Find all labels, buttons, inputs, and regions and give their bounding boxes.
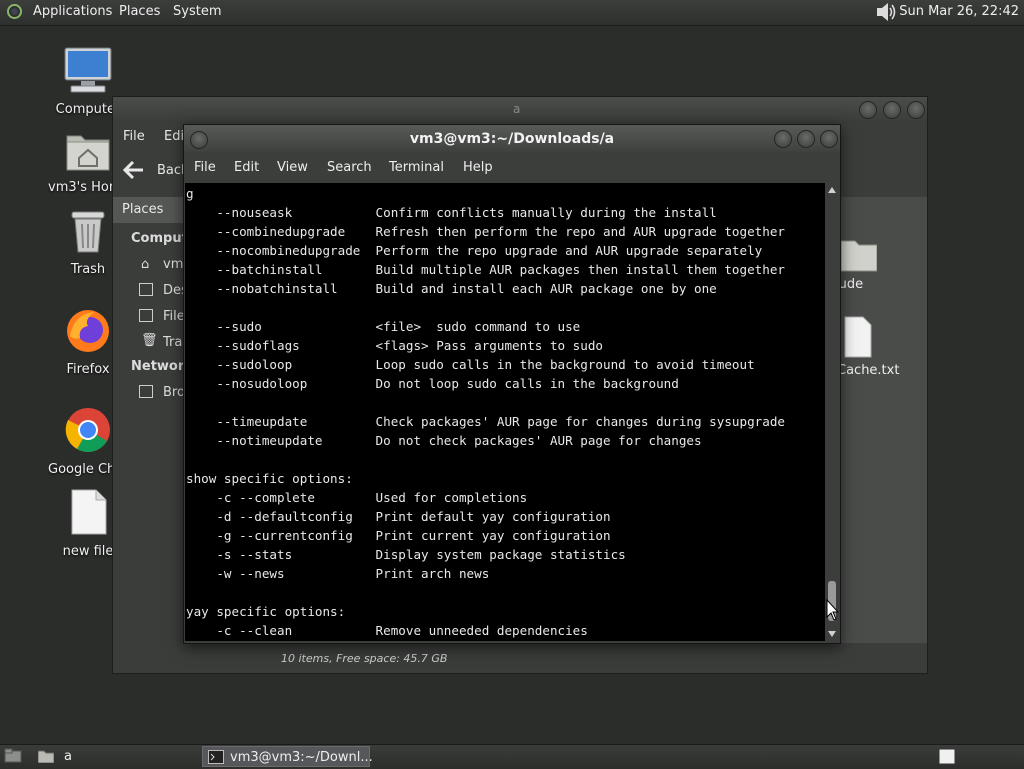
minimize-button[interactable] bbox=[774, 130, 792, 148]
system-menu[interactable]: System bbox=[173, 4, 221, 19]
close-button[interactable] bbox=[820, 130, 838, 148]
file-manager-titlebar[interactable]: a bbox=[113, 97, 927, 123]
close-button[interactable] bbox=[907, 101, 925, 119]
maximize-button[interactable] bbox=[797, 130, 815, 148]
file-icon bbox=[71, 489, 107, 535]
menu-view[interactable]: View bbox=[277, 160, 308, 175]
file-item[interactable]: Cache.txt bbox=[837, 315, 927, 378]
maximize-button[interactable] bbox=[883, 101, 901, 119]
back-arrow-icon[interactable] bbox=[123, 160, 145, 180]
folder-icon bbox=[38, 750, 54, 763]
computer-icon bbox=[64, 47, 112, 93]
status-bar: 10 items, Free space: 45.7 GB bbox=[281, 652, 448, 665]
desktop-icon-small bbox=[139, 283, 153, 296]
terminal-output: g --nouseask Confirm conflicts manually … bbox=[186, 186, 785, 638]
places-menu[interactable]: Places bbox=[119, 4, 160, 19]
sidebar-header-computer: Computer bbox=[131, 231, 185, 246]
scroll-up-icon[interactable] bbox=[828, 187, 836, 193]
taskbar-item-label: vm3@vm3:~/Downl... bbox=[230, 750, 373, 765]
menu-edit[interactable]: Edit bbox=[234, 160, 259, 175]
trash-small-icon: 🗑 bbox=[141, 333, 158, 348]
file-name: Cache.txt bbox=[837, 363, 900, 378]
file-manager-title: a bbox=[513, 102, 521, 116]
terminal-output-area[interactable]: g --nouseask Confirm conflicts manually … bbox=[185, 183, 825, 641]
terminal-titlebar[interactable]: vm3@vm3:~/Downloads/a bbox=[184, 125, 840, 153]
drive-icon bbox=[139, 309, 153, 322]
terminal-window[interactable]: vm3@vm3:~/Downloads/a File Edit View Sea… bbox=[183, 124, 841, 644]
menu-terminal[interactable]: Terminal bbox=[389, 160, 444, 175]
text-file-icon bbox=[844, 316, 872, 358]
terminal-scrollbar[interactable] bbox=[826, 183, 838, 641]
home-folder-icon bbox=[66, 135, 110, 171]
taskbar-item-label: a bbox=[64, 749, 72, 764]
sidebar-item-desktop[interactable]: Desktop bbox=[163, 283, 185, 298]
show-desktop-icon[interactable] bbox=[4, 748, 22, 764]
taskbar-item-file-manager[interactable]: a bbox=[34, 746, 194, 767]
applications-menu[interactable]: Applications bbox=[33, 4, 112, 19]
sidebar-item-trash[interactable]: Trash bbox=[163, 335, 185, 350]
sidebar-header-network: Network bbox=[131, 359, 185, 374]
fm-menu-file[interactable]: File bbox=[123, 129, 145, 144]
menu-file[interactable]: File bbox=[194, 160, 216, 175]
chrome-icon bbox=[65, 408, 110, 452]
sidebar-item-browse-network[interactable]: Browse Network bbox=[163, 385, 185, 400]
folder-icon bbox=[840, 240, 878, 272]
sidebar-item-vm3[interactable]: vm3 bbox=[163, 257, 185, 272]
firefox-icon bbox=[67, 310, 109, 352]
bottom-panel: a vm3@vm3:~/Downl... bbox=[0, 744, 1024, 769]
menu-search[interactable]: Search bbox=[327, 160, 372, 175]
mouse-cursor-icon bbox=[826, 599, 840, 621]
file-name: lude bbox=[835, 277, 864, 292]
mint-logo-icon[interactable] bbox=[7, 4, 22, 19]
clock[interactable]: Sun Mar 26, 22:42 bbox=[899, 4, 1019, 19]
scroll-down-icon[interactable] bbox=[828, 631, 836, 637]
back-button[interactable]: Back bbox=[157, 163, 183, 178]
workspace-switcher-icon[interactable] bbox=[938, 748, 956, 765]
fm-menu-edit[interactable]: Edit bbox=[164, 129, 184, 144]
trash-icon bbox=[71, 211, 105, 253]
terminal-title: vm3@vm3:~/Downloads/a bbox=[409, 131, 615, 147]
sidebar-item-filesystem[interactable]: File System bbox=[163, 309, 185, 324]
terminal-menubar: File Edit View Search Terminal Help bbox=[184, 153, 840, 183]
home-icon: ⌂ bbox=[141, 257, 150, 272]
file-manager-sidebar: Computer ⌂ vm3 Desktop File System 🗑 Tra… bbox=[113, 223, 185, 673]
network-icon bbox=[139, 385, 153, 398]
places-dropdown[interactable]: Places bbox=[113, 197, 185, 223]
minimize-button[interactable] bbox=[859, 101, 877, 119]
places-label: Places bbox=[122, 202, 164, 217]
terminal-icon bbox=[208, 750, 224, 764]
menu-help[interactable]: Help bbox=[463, 160, 493, 175]
volume-icon[interactable] bbox=[874, 2, 898, 22]
file-item[interactable]: lude bbox=[835, 237, 927, 292]
top-panel: Applications Places System Sun Mar 26, 2… bbox=[0, 0, 1024, 26]
taskbar-item-terminal[interactable]: vm3@vm3:~/Downl... bbox=[202, 746, 373, 767]
